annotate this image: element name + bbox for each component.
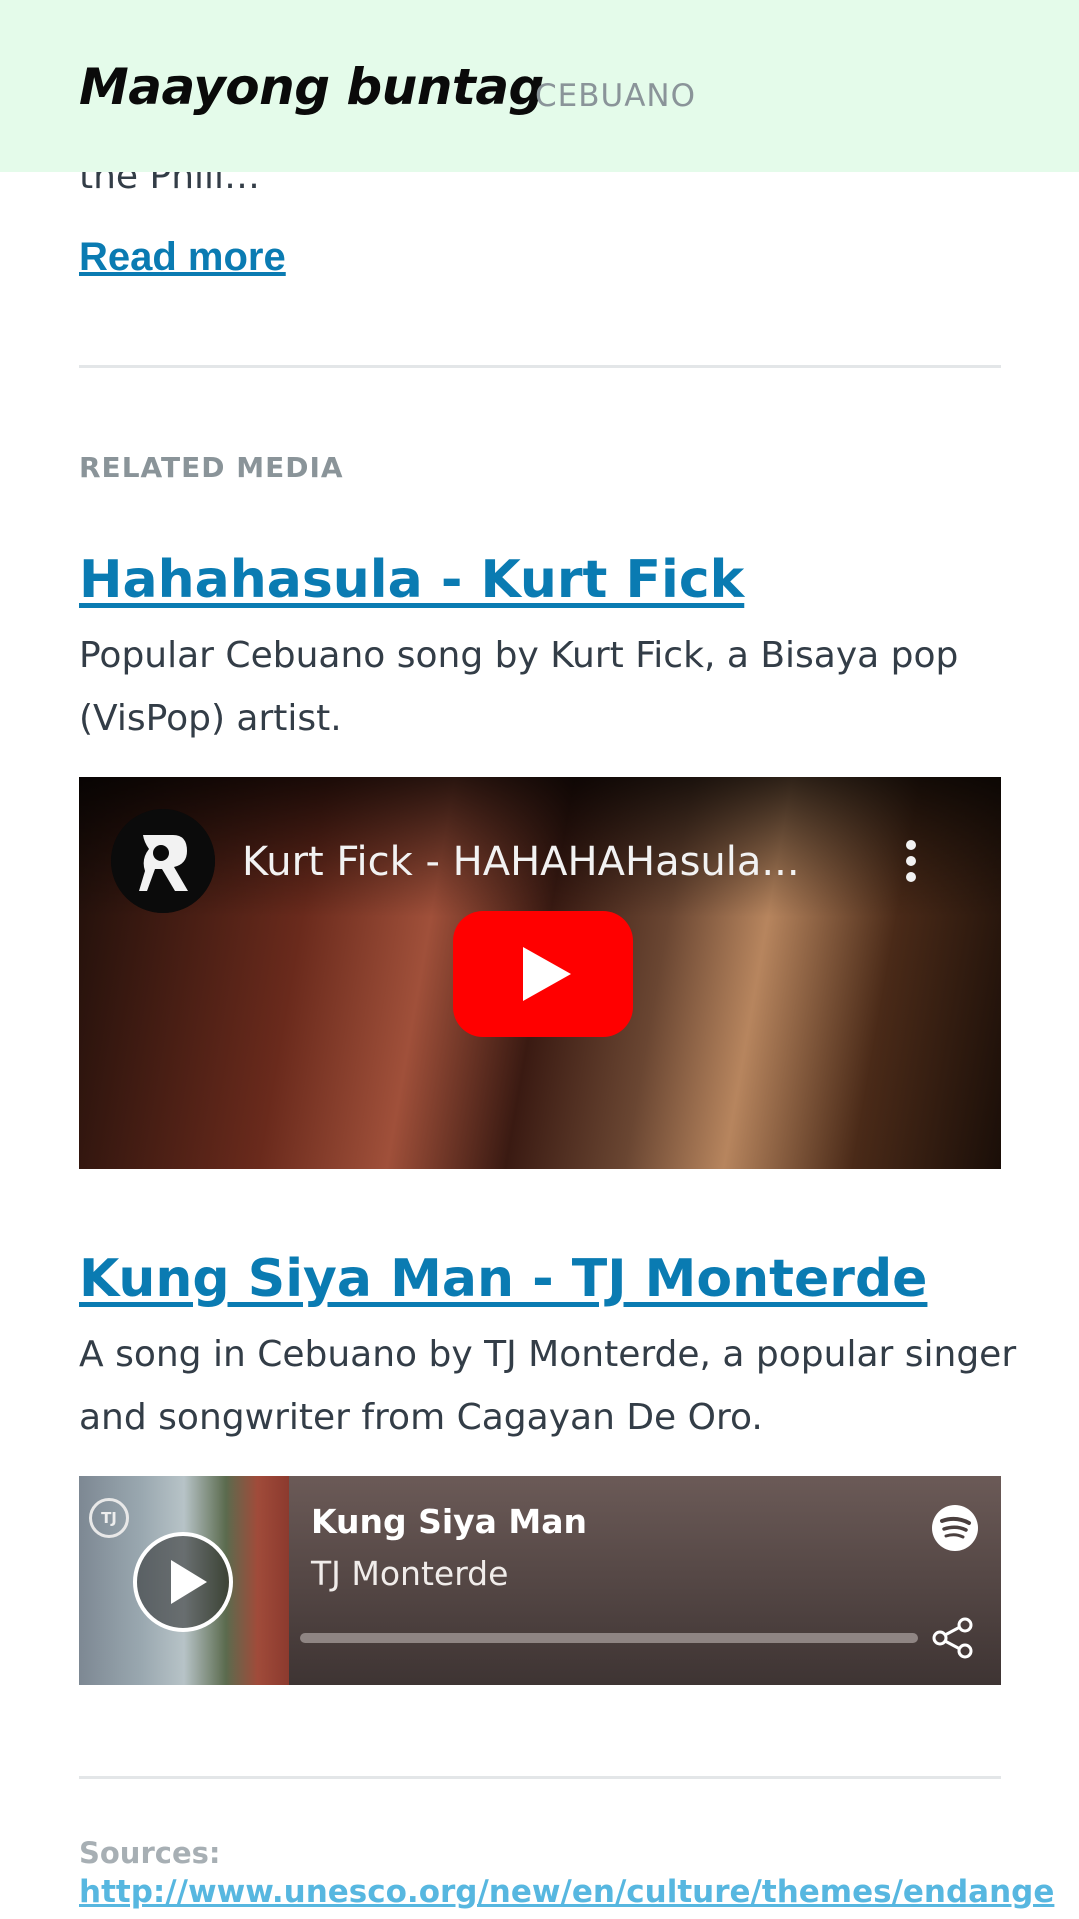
divider (79, 365, 1001, 368)
media-title-link[interactable]: Kung Siya Man - TJ Monterde (79, 1249, 927, 1309)
artist-badge: TJ (89, 1498, 129, 1538)
track-name[interactable]: Kung Siya Man (311, 1502, 587, 1541)
spotify-logo-icon[interactable] (931, 1504, 979, 1556)
related-media-heading: RELATED MEDIA (79, 451, 344, 484)
share-icon[interactable] (931, 1616, 975, 1664)
read-more-link[interactable]: Read more (79, 235, 286, 280)
youtube-embed[interactable]: Kurt Fick - HAHAHAHasula... (79, 777, 1001, 1169)
album-art: TJ (79, 1476, 289, 1685)
youtube-play-icon[interactable] (453, 911, 633, 1041)
channel-avatar[interactable] (111, 809, 215, 913)
media-description: A song in Cebuano by TJ Monterde, a popu… (79, 1334, 1017, 1438)
more-vert-icon[interactable] (899, 837, 923, 889)
sources-label: Sources: (79, 1836, 221, 1870)
media-title-link[interactable]: Hahahasula - Kurt Fick (79, 550, 744, 610)
language-label: CEBUANO (535, 78, 696, 114)
site-header: Maayong buntag CEBUANO (0, 0, 1079, 172)
video-title[interactable]: Kurt Fick - HAHAHAHasula... (242, 839, 800, 885)
play-icon[interactable] (131, 1530, 235, 1638)
progress-bar[interactable] (300, 1633, 918, 1643)
channel-logo-icon (111, 809, 215, 913)
divider (79, 1776, 1001, 1779)
media-description: Popular Cebuano song by Kurt Fick, a Bis… (79, 635, 959, 739)
greeting-title: Maayong buntag (79, 58, 544, 116)
source-link[interactable]: http://www.unesco.org/new/en/culture/the… (79, 1874, 1054, 1910)
artist-name[interactable]: TJ Monterde (311, 1554, 508, 1593)
spotify-embed[interactable]: TJ Kung Siya Man TJ Monterde (79, 1476, 1001, 1685)
